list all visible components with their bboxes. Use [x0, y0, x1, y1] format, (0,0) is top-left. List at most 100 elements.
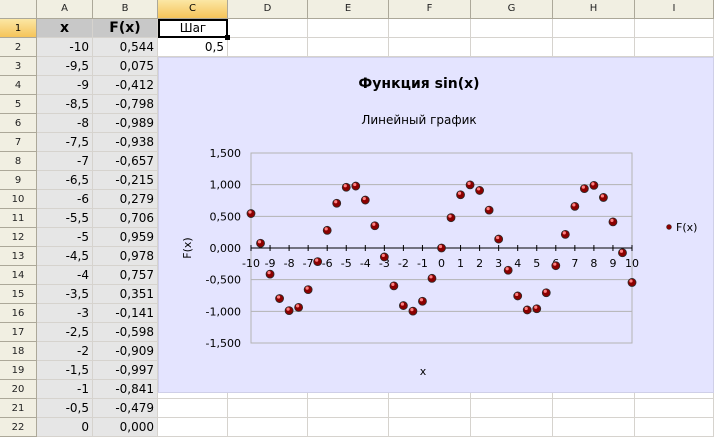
grid-cell[interactable]	[228, 418, 308, 437]
grid-cell[interactable]	[389, 418, 471, 437]
row-header-21[interactable]: 21	[0, 399, 37, 418]
fx-value-cell[interactable]: 0,959	[93, 228, 158, 247]
fx-value-cell[interactable]: 0,075	[93, 57, 158, 76]
fx-value-cell[interactable]: -0,997	[93, 361, 158, 380]
fx-value-cell[interactable]: -0,798	[93, 95, 158, 114]
column-header-d[interactable]: D	[228, 0, 308, 19]
header-fx[interactable]: F(x)	[93, 19, 158, 38]
fx-value-cell[interactable]: 0,000	[93, 418, 158, 437]
column-header-b[interactable]: B	[93, 0, 158, 19]
grid-cell[interactable]	[158, 418, 228, 437]
fx-value-cell[interactable]: -0,479	[93, 399, 158, 418]
x-value-cell[interactable]: -6,5	[37, 171, 93, 190]
row-header-14[interactable]: 14	[0, 266, 37, 285]
grid-cell[interactable]	[228, 38, 308, 57]
fx-value-cell[interactable]: 0,544	[93, 38, 158, 57]
grid-cell[interactable]	[471, 399, 553, 418]
grid-cell[interactable]	[389, 399, 471, 418]
grid-cell[interactable]	[228, 399, 308, 418]
row-header-15[interactable]: 15	[0, 285, 37, 304]
fx-value-cell[interactable]: -0,989	[93, 114, 158, 133]
grid-cell[interactable]	[471, 418, 553, 437]
row-header-6[interactable]: 6	[0, 114, 37, 133]
fx-value-cell[interactable]: -0,412	[93, 76, 158, 95]
grid-cell[interactable]	[635, 38, 714, 57]
grid-cell[interactable]	[553, 19, 635, 38]
fx-value-cell[interactable]: -0,141	[93, 304, 158, 323]
column-header-i[interactable]: I	[635, 0, 714, 19]
fx-value-cell[interactable]: -0,841	[93, 380, 158, 399]
fx-value-cell[interactable]: 0,978	[93, 247, 158, 266]
column-header-h[interactable]: H	[553, 0, 635, 19]
header-x[interactable]: x	[37, 19, 93, 38]
grid-cell[interactable]	[308, 399, 389, 418]
grid-cell[interactable]	[158, 399, 228, 418]
fx-value-cell[interactable]: -0,215	[93, 171, 158, 190]
grid-cell[interactable]	[389, 38, 471, 57]
x-value-cell[interactable]: -9,5	[37, 57, 93, 76]
x-value-cell[interactable]: -0,5	[37, 399, 93, 418]
x-value-cell[interactable]: -8,5	[37, 95, 93, 114]
row-header-3[interactable]: 3	[0, 57, 37, 76]
x-value-cell[interactable]: -1,5	[37, 361, 93, 380]
column-header-f[interactable]: F	[389, 0, 471, 19]
grid-cell[interactable]	[635, 19, 714, 38]
x-value-cell[interactable]: -7,5	[37, 133, 93, 152]
grid-cell[interactable]	[635, 399, 714, 418]
x-value-cell[interactable]: -3	[37, 304, 93, 323]
x-value-cell[interactable]: -9	[37, 76, 93, 95]
row-header-22[interactable]: 22	[0, 418, 37, 437]
row-header-17[interactable]: 17	[0, 323, 37, 342]
row-header-20[interactable]: 20	[0, 380, 37, 399]
row-header-8[interactable]: 8	[0, 152, 37, 171]
x-value-cell[interactable]: -1	[37, 380, 93, 399]
grid-cell[interactable]	[635, 418, 714, 437]
fx-value-cell[interactable]: 0,279	[93, 190, 158, 209]
x-value-cell[interactable]: -4,5	[37, 247, 93, 266]
column-header-g[interactable]: G	[471, 0, 553, 19]
select-all-corner[interactable]	[0, 0, 37, 19]
row-header-9[interactable]: 9	[0, 171, 37, 190]
grid-cell[interactable]	[553, 399, 635, 418]
row-header-18[interactable]: 18	[0, 342, 37, 361]
x-value-cell[interactable]: 0	[37, 418, 93, 437]
grid-cell[interactable]	[553, 418, 635, 437]
chart-area[interactable]: Функция sin(x) Линейный график 1,500 1,000 0…	[158, 57, 714, 393]
row-header-16[interactable]: 16	[0, 304, 37, 323]
x-value-cell[interactable]: -2,5	[37, 323, 93, 342]
fx-value-cell[interactable]: 0,706	[93, 209, 158, 228]
row-header-4[interactable]: 4	[0, 76, 37, 95]
grid-cell[interactable]	[471, 38, 553, 57]
fx-value-cell[interactable]: -0,909	[93, 342, 158, 361]
x-value-cell[interactable]: -5,5	[37, 209, 93, 228]
column-header-c[interactable]: C	[158, 0, 228, 19]
active-cell-c1[interactable]: Шаг	[158, 19, 230, 40]
row-header-7[interactable]: 7	[0, 133, 37, 152]
x-value-cell[interactable]: -10	[37, 38, 93, 57]
fill-handle[interactable]	[225, 35, 230, 40]
grid-cell[interactable]	[308, 418, 389, 437]
fx-value-cell[interactable]: -0,938	[93, 133, 158, 152]
row-header-5[interactable]: 5	[0, 95, 37, 114]
x-value-cell[interactable]: -4	[37, 266, 93, 285]
row-header-2[interactable]: 2	[0, 38, 37, 57]
x-value-cell[interactable]: -7	[37, 152, 93, 171]
grid-cell[interactable]	[389, 19, 471, 38]
x-value-cell[interactable]: -2	[37, 342, 93, 361]
fx-value-cell[interactable]: 0,351	[93, 285, 158, 304]
grid-cell[interactable]	[308, 38, 389, 57]
grid-cell[interactable]	[228, 19, 308, 38]
grid-cell[interactable]	[471, 19, 553, 38]
row-header-1[interactable]: 1	[0, 19, 37, 38]
row-header-13[interactable]: 13	[0, 247, 37, 266]
fx-value-cell[interactable]: 0,757	[93, 266, 158, 285]
x-value-cell[interactable]: -3,5	[37, 285, 93, 304]
x-value-cell[interactable]: -6	[37, 190, 93, 209]
row-header-19[interactable]: 19	[0, 361, 37, 380]
x-value-cell[interactable]: -8	[37, 114, 93, 133]
row-header-10[interactable]: 10	[0, 190, 37, 209]
column-header-e[interactable]: E	[308, 0, 389, 19]
row-header-11[interactable]: 11	[0, 209, 37, 228]
fx-value-cell[interactable]: -0,598	[93, 323, 158, 342]
grid-cell[interactable]	[553, 38, 635, 57]
